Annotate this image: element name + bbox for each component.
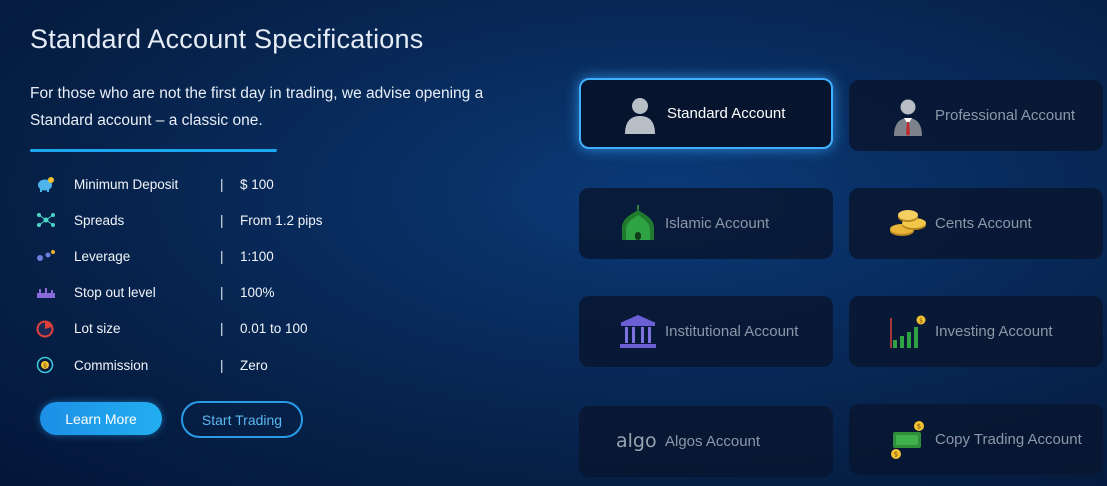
spec-row-commission: $ Commission | Zero	[30, 347, 350, 383]
account-card-copy-trading[interactable]: $ $ Copy Trading Account	[849, 404, 1103, 475]
businessman-icon	[883, 94, 933, 138]
institution-icon	[613, 310, 663, 354]
algo-logo-icon: algo	[613, 420, 663, 464]
coins-icon	[883, 202, 933, 246]
user-silhouette-icon	[615, 92, 665, 136]
account-card-investing[interactable]: $ Investing Account	[849, 296, 1103, 367]
commission-icon: $	[30, 355, 74, 375]
account-card-label: Cents Account	[935, 215, 1032, 232]
growth-chart-icon: $	[883, 310, 933, 354]
spec-row-spreads: Spreads | From 1.2 pips	[30, 202, 350, 238]
account-card-label: Institutional Account	[665, 323, 799, 340]
account-card-label: Standard Account	[667, 105, 786, 122]
piggy-bank-icon	[30, 174, 74, 194]
learn-more-button[interactable]: Learn More	[40, 402, 162, 435]
account-card-label: Copy Trading Account	[935, 431, 1082, 448]
leverage-icon	[30, 246, 74, 266]
mosque-icon	[613, 202, 663, 246]
title-divider	[30, 149, 277, 152]
copy-trading-icon: $ $	[883, 418, 933, 462]
svg-text:$: $	[43, 363, 47, 370]
page-title: Standard Account Specifications	[30, 24, 424, 54]
spec-row-stop-out-level: Stop out level | 100%	[30, 275, 350, 311]
account-card-institutional[interactable]: Institutional Account	[579, 296, 833, 367]
spec-row-lot-size: Lot size | 0.01 to 100	[30, 311, 350, 347]
svg-text:algo: algo	[616, 430, 657, 452]
svg-text:$: $	[919, 317, 923, 324]
account-card-label: Investing Account	[935, 323, 1053, 340]
svg-text:$: $	[894, 450, 898, 458]
account-card-professional[interactable]: Professional Account	[849, 80, 1103, 151]
spreads-icon	[30, 210, 74, 230]
account-card-islamic[interactable]: Islamic Account	[579, 188, 833, 259]
spec-row-leverage: Leverage | 1:100	[30, 238, 350, 274]
start-trading-button[interactable]: Start Trading	[181, 401, 303, 438]
account-card-standard[interactable]: Standard Account	[579, 78, 833, 149]
account-card-label: Islamic Account	[665, 215, 770, 232]
account-card-cents[interactable]: Cents Account	[849, 188, 1103, 259]
stop-out-icon	[30, 283, 74, 303]
account-card-algos[interactable]: algo Algos Account	[579, 406, 833, 477]
account-card-label: Algos Account	[665, 433, 761, 450]
spec-list: Minimum Deposit | $ 100 Spreads | From 1…	[30, 166, 350, 383]
spec-row-minimum-deposit: Minimum Deposit | $ 100	[30, 166, 350, 202]
account-card-label: Professional Account	[935, 107, 1076, 124]
lot-size-icon	[30, 319, 74, 339]
intro-text: For those who are not the first day in t…	[30, 85, 484, 129]
svg-text:$: $	[917, 422, 921, 430]
